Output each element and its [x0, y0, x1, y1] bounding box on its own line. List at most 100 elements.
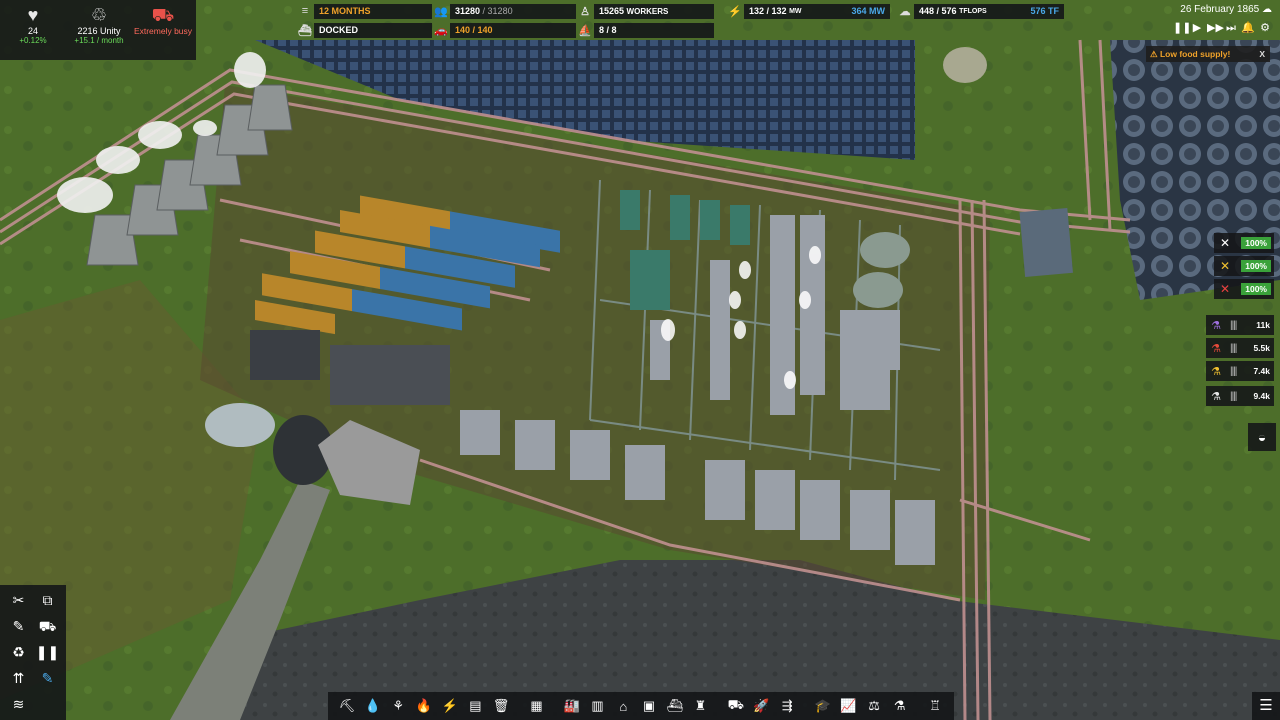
pause-building-icon[interactable]: ❚❚: [33, 639, 62, 665]
trash-icon[interactable]: 🗑: [490, 698, 512, 714]
computing-indicator[interactable]: ☁ 448 / 576 TFLOPS 576 TF: [896, 3, 1064, 19]
warehouse-icon[interactable]: ⌂: [612, 699, 634, 714]
efficiency-value: 100%: [1241, 283, 1271, 295]
flask-icon[interactable]: ⚗: [889, 698, 911, 714]
low-food-alert[interactable]: ⚠ Low food supply! X: [1146, 46, 1270, 62]
food-supply-indicator[interactable]: ≡ 12 MONTHS: [296, 3, 432, 19]
power-unit: MW: [789, 7, 802, 15]
resource-row[interactable]: ⚗ |||| 7.4k: [1206, 361, 1274, 381]
top-left-stats-panel: ♥ 24 +0.12% ♲ 2216 Unity +15.1 / month ⛟…: [0, 0, 196, 60]
date-text: 26 February 1865: [1180, 4, 1260, 15]
wrench-icon: ✕: [1219, 236, 1231, 250]
unity-change: +15.1 / month: [74, 36, 124, 45]
bottom-build-toolbar: ⛏ 💧 ⚘ 🔥 ⚡ ▤ 🗑 ▦ 🏭 ▥ ⌂ ▣ ⛴ ♜ ⛟ 🚀 ⇶ 🎓 📈 ⚖ …: [328, 692, 954, 720]
layers-icon[interactable]: ≋: [4, 691, 33, 717]
eyedropper-icon[interactable]: ✎: [4, 613, 33, 639]
vehicle-icon: 🚗: [434, 24, 448, 37]
computing-value: 448 / 576: [919, 6, 957, 16]
resource-bars-icon: ||||: [1230, 319, 1237, 331]
conveyor-icon[interactable]: ⇶: [776, 698, 798, 714]
unity-icon: ♲: [90, 5, 108, 25]
fastest-forward-icon[interactable]: ⏭: [1224, 21, 1238, 35]
research-bowl-button[interactable]: ◒: [1248, 423, 1276, 451]
pause-icon[interactable]: ❚❚: [1173, 21, 1191, 35]
left-tool-panel: ✂ ⧉ ✎ ⛟ ♻ ❚❚ ⇈ ✎ ≋: [0, 585, 66, 720]
drill-icon[interactable]: ⛏: [336, 698, 358, 714]
health-value: 24: [27, 26, 38, 36]
flask-white-icon: ⚗: [1211, 390, 1221, 403]
vehicle-tool-icon[interactable]: ⛟: [33, 613, 62, 639]
population-max: / 31280: [482, 6, 513, 16]
fire-icon[interactable]: 🔥: [413, 698, 435, 714]
water-drop-icon[interactable]: 💧: [362, 698, 384, 714]
power-icon[interactable]: ⚡: [439, 698, 461, 714]
farm-icon[interactable]: ⚘: [387, 698, 409, 714]
food-months: 12 MONTHS: [314, 3, 432, 19]
storage-icon[interactable]: ▤: [464, 698, 486, 714]
resource-value: 7.4k: [1253, 366, 1270, 376]
power-indicator[interactable]: ⚡ 132 / 132 MW 364 MW: [726, 3, 890, 19]
hamburger-menu-icon: ☰: [1259, 697, 1273, 714]
play-icon[interactable]: ▶: [1190, 21, 1204, 35]
unity-stat[interactable]: ♲ 2216 Unity +15.1 / month: [68, 4, 130, 45]
main-menu-button[interactable]: ☰: [1252, 692, 1280, 720]
select-cut-icon[interactable]: ✂: [4, 587, 33, 613]
warning-icon: ⚠: [1150, 48, 1160, 59]
health-stat[interactable]: ♥ 24 +0.12%: [2, 4, 64, 45]
alert-close-button[interactable]: X: [1259, 49, 1270, 59]
flask-yellow-icon: ⚗: [1211, 365, 1221, 378]
unity-value: 2216 Unity: [77, 26, 121, 36]
maintenance-efficiency-3[interactable]: ✕ 100%: [1214, 279, 1274, 299]
ships-indicator[interactable]: ⛵ 8 / 8: [576, 22, 714, 38]
notification-bell-icon[interactable]: 🔔: [1241, 21, 1255, 35]
factory-icon[interactable]: 🏭: [561, 698, 583, 714]
efficiency-value: 100%: [1241, 260, 1271, 272]
heart-pulse-icon: ♥: [27, 5, 39, 25]
game-date: 26 February 1865 ☁: [1180, 4, 1272, 15]
monument-icon[interactable]: ♜: [689, 698, 711, 714]
settings-icon[interactable]: ⚙: [1258, 21, 1272, 35]
edit-icon[interactable]: ✎: [33, 665, 62, 691]
truck-icon: ⛟: [151, 5, 175, 25]
population-icon: 👥: [434, 5, 448, 18]
resource-row[interactable]: ⚗ |||| 9.4k: [1206, 386, 1274, 406]
assembly-icon[interactable]: ▥: [587, 698, 609, 714]
balance-icon[interactable]: ⚖: [863, 698, 885, 714]
computing-capacity: 576 TF: [1030, 6, 1059, 16]
vehicles-value: 140 / 140: [450, 22, 576, 38]
efficiency-value: 100%: [1241, 237, 1271, 249]
housing-icon[interactable]: ▦: [525, 698, 547, 714]
resource-row[interactable]: ⚗ |||| 11k: [1206, 315, 1274, 335]
computing-unit: TFLOPS: [959, 7, 987, 15]
food-icon: ≡: [301, 5, 309, 17]
rocket-icon[interactable]: 🚀: [751, 698, 773, 714]
workers-indicator[interactable]: ♙ 15265 WORKERS: [576, 3, 714, 19]
population-indicator[interactable]: 👥 31280 / 31280: [432, 3, 576, 19]
alert-text: Low food supply!: [1159, 49, 1231, 59]
ship-status-indicator[interactable]: ⛴ DOCKED: [296, 22, 432, 38]
logistics-stat[interactable]: ⛟ Extremely busy: [132, 4, 194, 36]
tools-yellow-icon: ✕: [1219, 259, 1231, 273]
maintenance-efficiency-2[interactable]: ✕ 100%: [1214, 256, 1274, 276]
upgrade-icon[interactable]: ⇈: [4, 665, 33, 691]
stats-chart-icon[interactable]: 📈: [837, 698, 859, 714]
resource-row[interactable]: ⚗ |||| 5.5k: [1206, 338, 1274, 358]
logistics-icon[interactable]: ▣: [638, 698, 660, 714]
tower-icon[interactable]: ♖: [924, 698, 946, 714]
workers-label: WORKERS: [626, 6, 669, 16]
game-world-view[interactable]: [0, 0, 1280, 720]
vehicles-indicator[interactable]: 🚗 140 / 140: [432, 22, 576, 38]
resource-bars-icon: ||||: [1230, 342, 1237, 354]
resource-bars-icon: ||||: [1230, 390, 1237, 402]
copy-icon[interactable]: ⧉: [33, 587, 62, 613]
resource-bars-icon: ||||: [1230, 365, 1237, 377]
truck-build-icon[interactable]: ⛟: [725, 697, 747, 715]
ship-build-icon[interactable]: ⛴: [664, 698, 686, 714]
maintenance-efficiency-1[interactable]: ✕ 100%: [1214, 233, 1274, 253]
education-icon[interactable]: 🎓: [812, 698, 834, 714]
weather-icon: ☁: [1262, 4, 1272, 15]
ship-icon: ⛴: [298, 24, 312, 37]
workers-value: 15265: [599, 6, 625, 16]
fast-forward-icon[interactable]: ▶▶: [1207, 21, 1224, 35]
recycle-tool-icon[interactable]: ♻: [4, 639, 33, 665]
